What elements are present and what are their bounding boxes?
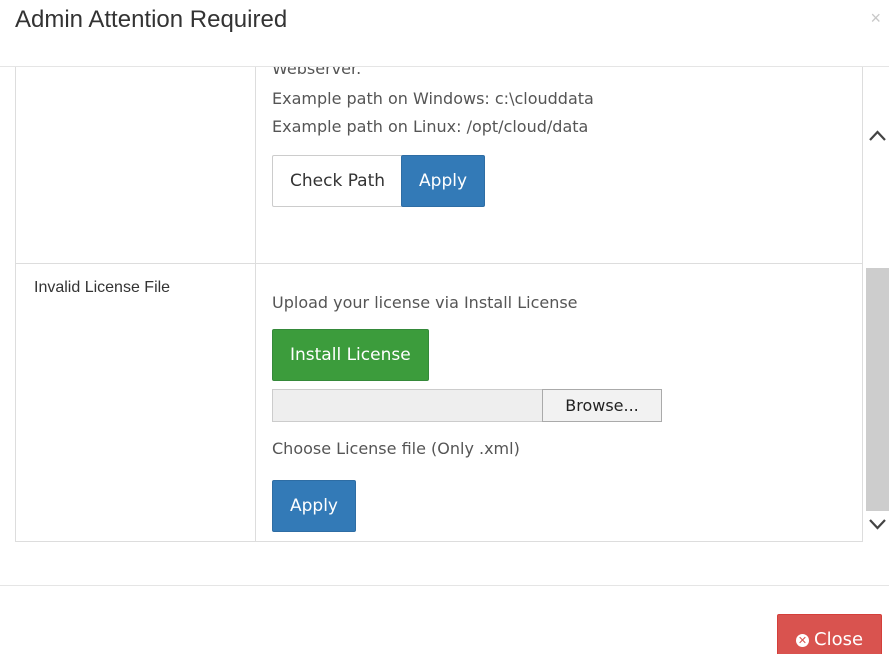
scroll-track[interactable] (866, 151, 889, 511)
table-row: Invalid License File Upload your license… (15, 263, 863, 542)
linux-path-example: Example path on Linux: /opt/cloud/data (272, 117, 589, 136)
close-button-label: Close (814, 629, 864, 650)
install-license-wrapper: Install License (272, 329, 862, 381)
scroll-thumb[interactable] (866, 268, 889, 511)
cut-off-text: Webserver. (272, 67, 362, 78)
times-circle-icon: ✕ (796, 634, 809, 647)
modal-header: Admin Attention Required × (0, 0, 889, 67)
license-apply-wrapper: Apply (272, 480, 862, 532)
vertical-scrollbar[interactable] (866, 67, 889, 562)
scroll-up-icon[interactable] (866, 121, 889, 151)
file-name-display[interactable] (272, 389, 542, 422)
table-row: Webserver. Example path on Windows: c:\c… (15, 67, 863, 264)
close-button[interactable]: ✕ Close (777, 614, 883, 654)
issues-table: Webserver. Example path on Windows: c:\c… (15, 67, 863, 542)
license-description: Upload your license via Install License (272, 293, 578, 312)
windows-path-example: Example path on Windows: c:\clouddata (272, 89, 594, 108)
modal-body[interactable]: Webserver. Example path on Windows: c:\c… (0, 67, 889, 562)
close-icon[interactable]: × (870, 8, 881, 29)
admin-attention-modal: Admin Attention Required × Webserver. Ex… (0, 0, 889, 654)
apply-path-button[interactable]: Apply (401, 155, 486, 207)
issue-detail: Webserver. Example path on Windows: c:\c… (255, 67, 863, 264)
license-file-picker[interactable]: Browse... (272, 389, 662, 422)
issue-label: Invalid License File (15, 263, 256, 542)
browse-button[interactable]: Browse... (542, 389, 662, 422)
path-button-group: Check Path Apply (272, 155, 862, 207)
license-file-hint: Choose License file (Only .xml) (272, 439, 520, 458)
apply-license-button[interactable]: Apply (272, 480, 356, 532)
modal-footer: ✕ Close (0, 585, 889, 654)
modal-title: Admin Attention Required (15, 6, 288, 33)
install-license-button[interactable]: Install License (272, 329, 429, 381)
scroll-down-icon[interactable] (866, 511, 889, 541)
issue-detail: Upload your license via Install License … (255, 263, 863, 542)
check-path-button[interactable]: Check Path (272, 155, 404, 207)
issue-label (15, 67, 256, 264)
